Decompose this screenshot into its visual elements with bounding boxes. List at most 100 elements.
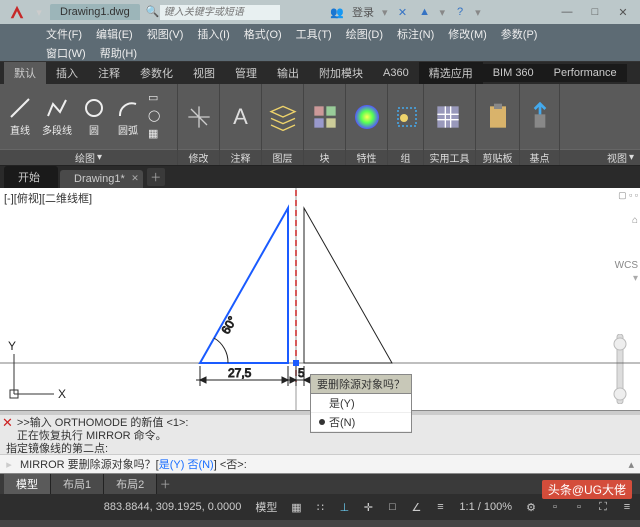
- tool-rect-icon[interactable]: ▭: [148, 91, 164, 107]
- menu-file[interactable]: 文件(F): [40, 24, 88, 44]
- status-model[interactable]: 模型: [251, 499, 281, 515]
- ribtab-view[interactable]: 视图: [183, 62, 225, 84]
- file-tabs: 开始 Drawing1*✕ ＋: [0, 166, 640, 188]
- watermark: 头条@UG大佬: [542, 480, 632, 499]
- add-tab-button[interactable]: ＋: [147, 168, 165, 186]
- tool-hatch-icon[interactable]: ▦: [148, 127, 164, 143]
- ribtab-annotate[interactable]: 注释: [88, 62, 130, 84]
- tool-polyline[interactable]: 多段线: [38, 94, 76, 139]
- polar-icon[interactable]: ✛: [359, 498, 377, 516]
- search-icon: 🔍: [146, 5, 160, 19]
- menu-help[interactable]: 帮助(H): [94, 44, 143, 62]
- tool-clipboard[interactable]: [480, 99, 515, 135]
- filetab-drawing1[interactable]: Drawing1*✕: [60, 170, 143, 188]
- selected-dot-icon: [319, 419, 325, 425]
- exchange-icon[interactable]: ✕: [396, 5, 410, 19]
- cmd-icon[interactable]: ▸: [0, 458, 18, 471]
- ortho-icon[interactable]: ⊥: [335, 498, 353, 516]
- prompt-no[interactable]: 否(N): [311, 413, 411, 432]
- tool-block[interactable]: [308, 99, 341, 135]
- track-icon[interactable]: ∠: [407, 498, 425, 516]
- app-logo-icon[interactable]: [4, 1, 30, 23]
- maximize-button[interactable]: □: [582, 4, 608, 20]
- group-group-title: 组: [388, 149, 423, 165]
- prompt-yes[interactable]: 是(Y): [311, 394, 411, 413]
- ribtab-insert[interactable]: 插入: [46, 62, 88, 84]
- fullscreen-icon[interactable]: ⛶: [594, 498, 612, 516]
- ribtab-perf[interactable]: Performance: [544, 64, 627, 82]
- group-utils-title: 实用工具: [424, 149, 475, 165]
- gear-icon[interactable]: ⚙: [522, 498, 540, 516]
- search-input[interactable]: [160, 5, 280, 20]
- group-annotate-title: 注释: [220, 149, 261, 165]
- menu-window[interactable]: 窗口(W): [40, 44, 92, 62]
- grid-icon[interactable]: ▦: [287, 498, 305, 516]
- menu-modify[interactable]: 修改(M): [442, 24, 493, 44]
- cloud-icon[interactable]: ▲: [418, 5, 432, 19]
- ribbon-tabs: 默认 插入 注释 参数化 视图 管理 输出 附加模块 A360 精选应用 BIM…: [0, 62, 640, 84]
- menu-bar: 文件(F) 编辑(E) 视图(V) 插入(I) 格式(O) 工具(T) 绘图(D…: [0, 24, 640, 44]
- file-title: Drawing1.dwg: [50, 4, 140, 20]
- close-tab-icon[interactable]: ✕: [131, 173, 139, 184]
- tab-layout1[interactable]: 布局1: [51, 474, 104, 494]
- more2-icon[interactable]: ▫: [570, 498, 588, 516]
- group-clip-title: 剪贴板: [476, 149, 519, 165]
- ribtab-featured[interactable]: 精选应用: [419, 62, 483, 84]
- tool-group[interactable]: [392, 103, 422, 131]
- tool-line[interactable]: 直线: [4, 94, 36, 139]
- ribtab-manage[interactable]: 管理: [225, 62, 267, 84]
- tool-ellipse-icon[interactable]: ◯: [148, 109, 164, 125]
- menu-format[interactable]: 格式(O): [238, 24, 288, 44]
- ribtab-param[interactable]: 参数化: [130, 62, 183, 84]
- tab-model[interactable]: 模型: [4, 474, 51, 494]
- tool-base[interactable]: [524, 99, 555, 135]
- snap-icon[interactable]: ∷: [311, 498, 329, 516]
- tool-props[interactable]: [350, 99, 383, 135]
- menu-param[interactable]: 参数(P): [495, 24, 544, 44]
- tool-arc[interactable]: 圆弧: [112, 94, 144, 139]
- svg-text:Y: Y: [8, 339, 16, 353]
- status-scale[interactable]: 1:1 / 100%: [455, 501, 516, 513]
- ribtab-bim360[interactable]: BIM 360: [483, 64, 544, 82]
- tool-circle[interactable]: 圆: [78, 94, 110, 139]
- tool-layer[interactable]: [266, 99, 299, 135]
- custom-icon[interactable]: ≡: [618, 498, 636, 516]
- cmdlog-3: 指定镜像线的第二点:: [6, 443, 634, 454]
- group-props-title: 特性: [346, 149, 387, 165]
- tool-annotate[interactable]: A: [224, 99, 257, 135]
- app-menu-dropdown-icon[interactable]: ▾: [34, 6, 44, 19]
- menu-dim[interactable]: 标注(N): [391, 24, 440, 44]
- menu-insert[interactable]: 插入(I): [191, 24, 235, 44]
- more1-icon[interactable]: ▫: [546, 498, 564, 516]
- status-coords: 883.8844, 309.1925, 0.0000: [104, 501, 242, 513]
- ribtab-default[interactable]: 默认: [4, 62, 46, 84]
- group-view-title: 视图 ▾: [560, 149, 640, 165]
- group-modify-title: 修改: [178, 149, 219, 165]
- close-button[interactable]: ✕: [610, 4, 636, 20]
- lwt-icon[interactable]: ≡: [431, 498, 449, 516]
- menu-draw[interactable]: 绘图(D): [340, 24, 389, 44]
- command-input[interactable]: [249, 458, 623, 470]
- cmd-up-icon[interactable]: ▴: [622, 458, 640, 471]
- login-link[interactable]: 登录: [352, 4, 374, 20]
- prompt-question: 要删除源对象吗？: [310, 374, 412, 394]
- tool-utils[interactable]: [428, 99, 468, 135]
- command-input-row: ▸ MIRROR 要删除源对象吗？[是(Y) 否(N)] <否>: ▴: [0, 454, 640, 474]
- help-icon[interactable]: ?: [453, 5, 467, 19]
- signin-icon[interactable]: 👥: [330, 5, 344, 19]
- menu-tools[interactable]: 工具(T): [290, 24, 338, 44]
- group-layer-title: 图层: [262, 149, 303, 165]
- osnap-icon[interactable]: □: [383, 498, 401, 516]
- ribtab-output[interactable]: 输出: [267, 62, 309, 84]
- menu-view[interactable]: 视图(V): [141, 24, 190, 44]
- filetab-start[interactable]: 开始: [4, 166, 58, 188]
- tool-modify[interactable]: [182, 99, 215, 135]
- ribtab-a360[interactable]: A360: [373, 64, 419, 82]
- ribtab-addon[interactable]: 附加模块: [309, 62, 373, 84]
- menu-edit[interactable]: 编辑(E): [90, 24, 139, 44]
- ribbon: 直线 多段线 圆 圆弧 ▭ ◯ ▦ 绘图 ▾ 修改 A 注释 图层 块 特性 组: [0, 84, 640, 166]
- svg-text:X: X: [58, 387, 66, 401]
- tab-layout2[interactable]: 布局2: [104, 474, 157, 494]
- minimize-button[interactable]: —: [554, 4, 580, 20]
- add-layout-button[interactable]: ＋: [157, 476, 173, 492]
